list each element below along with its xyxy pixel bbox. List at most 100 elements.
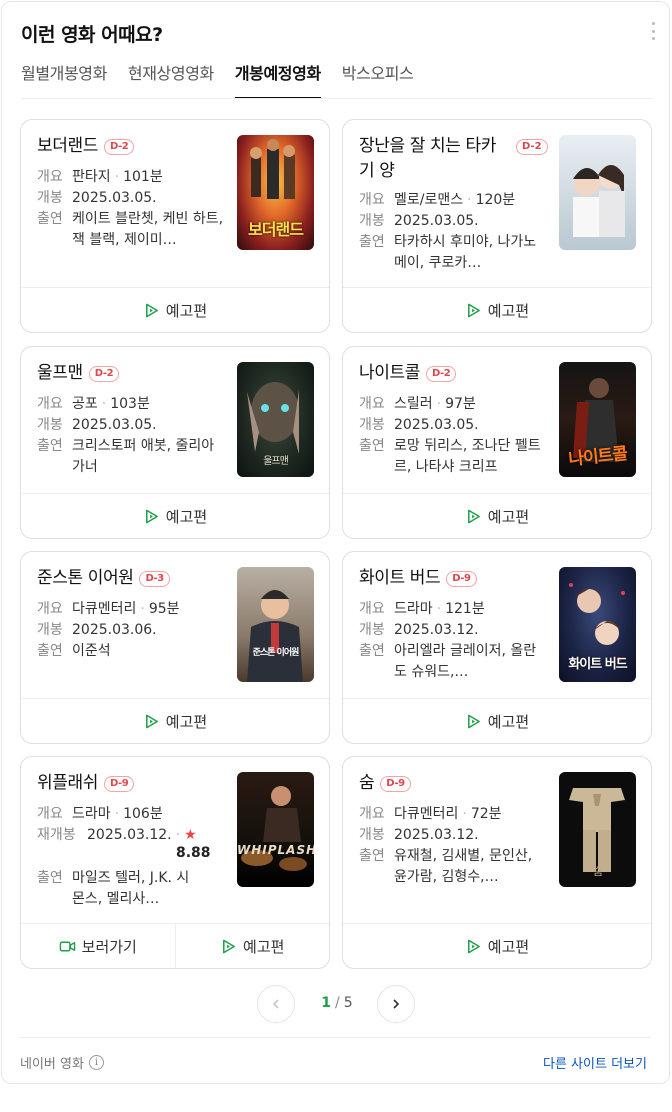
movie-card-body[interactable]: 보더랜드 D-2 개요 판타지 · 101분 개봉 2025.03.05. 출연 케이트 블…: [21, 120, 329, 288]
movie-card: 나이트콜 D-2 개요 스릴러 · 97분 개봉 2025.03.05. 출연 로망 뒤리스…: [342, 346, 652, 539]
movie-card-body[interactable]: 울프맨 D-2 개요 공포 · 103분 개봉 2025.03.05. 출연 크리스토퍼 애…: [21, 347, 329, 515]
movie-poster[interactable]: 나이트콜: [559, 362, 636, 477]
movie-info: 개요 다큐멘터리 · 72분 개봉 2025.03.12. 출연 유재철, 김새별, 문인…: [359, 804, 546, 888]
card-footer: 예고편: [21, 493, 329, 538]
movie-poster[interactable]: 보더랜드: [237, 135, 314, 250]
panel-title: 이런 영화 어때요?: [21, 24, 163, 46]
movie-card: 장난을 잘 치는 타카기 양 D-2 개요 멜로/로맨스 · 120분 개봉 2025.…: [342, 119, 652, 333]
watch-button[interactable]: 보러가기: [21, 924, 175, 968]
play-icon: [467, 303, 480, 317]
dday-badge: D-2: [88, 366, 120, 382]
dday-badge: D-2: [516, 139, 548, 155]
movie-poster[interactable]: 울프맨: [237, 362, 314, 477]
movie-info: 개요 다큐멘터리 · 95분 개봉 2025.03.06. 출연 이준석: [37, 599, 224, 662]
movie-title[interactable]: 보더랜드 D-2: [37, 134, 223, 159]
dday-badge: D-9: [103, 776, 135, 792]
movie-poster[interactable]: [559, 135, 636, 250]
play-icon: [223, 939, 235, 953]
total-pages: 5: [343, 995, 353, 1011]
movie-title[interactable]: 위플래쉬 D-9: [37, 771, 223, 796]
movie-card-body[interactable]: 화이트 버드 D-9 개요 드라마 · 121분 개봉 2025.03.12. 출연 아리엘…: [343, 552, 651, 720]
movie-poster[interactable]: 숨: [559, 772, 636, 887]
cast-list: 마일즈 텔러, J.K. 시몬스, 멜리사…: [72, 870, 190, 907]
trailer-button[interactable]: 예고편: [21, 699, 329, 743]
movie-title[interactable]: 숨 D-9: [359, 771, 545, 796]
movie-title[interactable]: 울프맨 D-2: [37, 361, 223, 386]
trailer-button[interactable]: 예고편: [343, 494, 651, 538]
movie-card-body[interactable]: 장난을 잘 치는 타카기 양 D-2 개요 멜로/로맨스 · 120분 개봉 2025.…: [343, 120, 651, 288]
dday-badge: D-9: [380, 776, 411, 792]
card-footer: 예고편: [343, 923, 651, 968]
cast-list: 타카하시 후미야, 나가노 메이, 쿠로카…: [394, 234, 537, 271]
tab-bar: 월별개봉영화 현재상영영화 개봉예정영화 박스오피스: [21, 62, 414, 99]
movie-info: 개요 멜로/로맨스 · 120분 개봉 2025.03.05. 출연 타카하시 후미야, …: [359, 190, 546, 274]
play-icon: [467, 509, 480, 523]
movie-poster[interactable]: WHIPLASH: [237, 772, 314, 887]
play-icon: [145, 303, 158, 317]
divider: [19, 1037, 651, 1038]
movie-title[interactable]: 장난을 잘 치는 타카기 양: [359, 134, 509, 184]
trailer-button[interactable]: 예고편: [21, 494, 329, 538]
movie-card-body[interactable]: 준스톤 이어원 D-3 개요 다큐멘터리 · 95분 개봉 2025.03.06. 출연 이…: [21, 552, 329, 720]
movie-info: 개요 드라마 · 106분 재개봉 2025.03.12. · ★ 8.88 출연 마일즈 텔…: [37, 804, 224, 910]
cast-list: 유재철, 김새별, 문인산, 윤가람, 김형수,…: [394, 848, 533, 885]
card-footer: 예고편: [343, 287, 651, 332]
card-footer: 예고편: [343, 698, 651, 743]
movie-poster[interactable]: 화이트 버드: [559, 567, 636, 682]
poster-art: [241, 786, 307, 871]
info-icon[interactable]: i: [88, 1055, 104, 1070]
star-icon: ★: [184, 827, 197, 843]
rating-score: 8.88: [176, 845, 211, 861]
cast-list: 로망 뒤리스, 조나단 펠트르, 나타샤 크리프: [394, 438, 541, 475]
trailer-button[interactable]: 예고편: [174, 924, 330, 968]
trailer-button[interactable]: 예고편: [343, 288, 651, 332]
more-sites-link[interactable]: 다른 사이트 더보기: [543, 1053, 647, 1072]
chevron-right-icon: [393, 999, 400, 1009]
movie-card-body[interactable]: 나이트콜 D-2 개요 스릴러 · 97분 개봉 2025.03.05. 출연 로망 뒤리스…: [343, 347, 651, 515]
cast-list: 이준석: [72, 643, 111, 659]
card-footer: 예고편: [21, 287, 329, 332]
poster-art: [573, 165, 625, 237]
more-vertical-icon[interactable]: [650, 22, 656, 40]
movie-info: 개요 스릴러 · 97분 개봉 2025.03.05. 출연 로망 뒤리스, 조나단 펠트…: [359, 394, 546, 478]
poster-art: [247, 590, 303, 682]
card-footer: 예고편: [343, 493, 651, 538]
movie-card: 숨 D-9 개요 다큐멘터리 · 72분 개봉 2025.03.12. 출연 유재철, 김새…: [342, 756, 652, 969]
movie-poster[interactable]: 준스톤 이어원: [237, 567, 314, 682]
dday-badge: D-2: [103, 139, 135, 155]
movie-card: 울프맨 D-2 개요 공포 · 103분 개봉 2025.03.05. 출연 크리스토퍼 애…: [20, 346, 330, 539]
pagination: 1/5: [257, 985, 417, 1023]
cast-list: 아리엘라 글레이저, 올란도 슈워드,…: [394, 643, 537, 680]
movie-card: 준스톤 이어원 D-3 개요 다큐멘터리 · 95분 개봉 2025.03.06. 출연 이…: [20, 551, 330, 744]
trailer-button[interactable]: 예고편: [343, 924, 651, 968]
movie-info: 개요 드라마 · 121분 개봉 2025.03.12. 출연 아리엘라 글레이저, 올란…: [359, 599, 546, 683]
tab-upcoming[interactable]: 개봉예정영화: [234, 62, 321, 99]
movie-card-body[interactable]: 숨 D-9 개요 다큐멘터리 · 72분 개봉 2025.03.12. 출연 유재철, 김새…: [343, 757, 651, 925]
dday-badge: D-2: [425, 366, 457, 382]
movie-card: 보더랜드 D-2 개요 판타지 · 101분 개봉 2025.03.05. 출연 케이트 블…: [20, 119, 330, 333]
tab-box-office[interactable]: 박스오피스: [342, 62, 414, 99]
trailer-button[interactable]: 예고편: [343, 699, 651, 743]
play-icon: [145, 714, 158, 728]
movie-title[interactable]: 준스톤 이어원 D-3: [37, 566, 223, 591]
card-footer: 예고편: [21, 698, 329, 743]
current-page: 1: [321, 995, 332, 1011]
cast-list: 크리스토퍼 애봇, 줄리아 가너: [72, 438, 215, 475]
next-page-button[interactable]: [377, 985, 415, 1023]
cast-list: 케이트 블란쳇, 케빈 하트, 잭 블랙, 제이미…: [72, 211, 224, 248]
movie-card-body[interactable]: 위플래쉬 D-9 개요 드라마 · 106분 재개봉 2025.03.12. · ★ 8.88…: [21, 757, 329, 925]
tab-now-showing[interactable]: 현재상영영화: [128, 62, 214, 99]
tab-monthly-release[interactable]: 월별개봉영화: [21, 62, 107, 99]
card-footer: 보러가기 예고편: [21, 923, 329, 968]
movie-card: 위플래쉬 D-9 개요 드라마 · 106분 재개봉 2025.03.12. · ★ 8.88…: [20, 756, 330, 969]
movie-title[interactable]: 나이트콜 D-2: [359, 361, 545, 386]
movie-title[interactable]: 화이트 버드 D-9: [359, 566, 545, 591]
dday-badge: D-9: [446, 571, 477, 587]
play-icon: [467, 714, 480, 728]
play-icon: [145, 509, 158, 523]
source-label: 네이버 영화 i: [20, 1053, 104, 1072]
trailer-button[interactable]: 예고편: [21, 288, 329, 332]
movie-info: 개요 판타지 · 101분 개봉 2025.03.05. 출연 케이트 블란쳇, 케빈 하…: [37, 167, 224, 251]
movie-card: 화이트 버드 D-9 개요 드라마 · 121분 개봉 2025.03.12. 출연 아리엘…: [342, 551, 652, 744]
video-icon: [59, 941, 75, 951]
